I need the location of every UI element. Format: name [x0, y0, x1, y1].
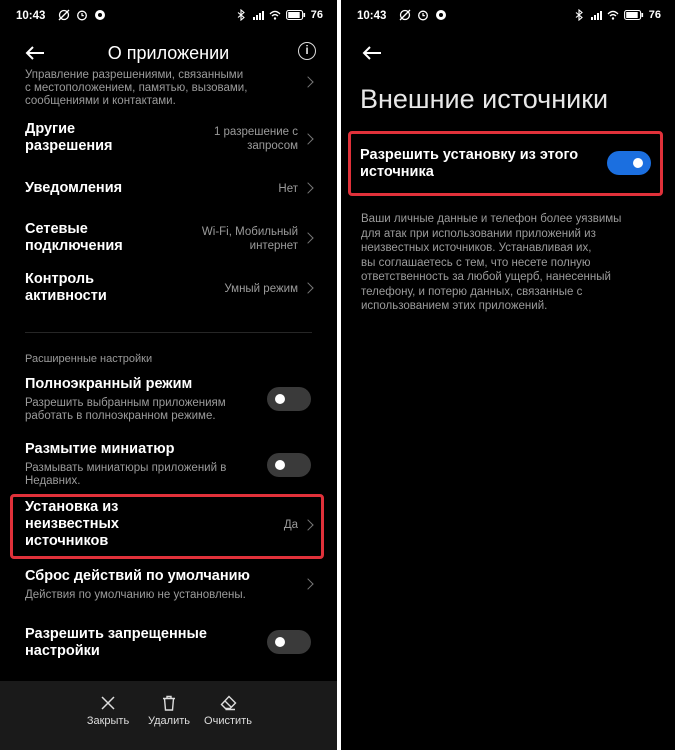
- item-label: Уведомления: [25, 180, 123, 196]
- activity-control-item[interactable]: Контроль активности Умный режим: [25, 271, 314, 311]
- item-value: Нет: [278, 183, 298, 195]
- permissions-item[interactable]: Управление разрешениями, связанными с ме…: [25, 69, 314, 108]
- delete-button[interactable]: Удалить: [139, 695, 199, 727]
- status-bar: 10:43 76: [355, 6, 661, 26]
- network-item[interactable]: Сетевые подключения Wi-Fi, Мобильный инт…: [25, 221, 314, 261]
- divider: [25, 332, 312, 333]
- app-notification-icon: [95, 10, 105, 20]
- dnd-off-icon: [399, 9, 411, 21]
- highlight-box: [10, 494, 324, 559]
- close-icon: [101, 696, 115, 710]
- wifi-icon: [269, 10, 281, 20]
- close-button[interactable]: Закрыть: [78, 695, 138, 727]
- highlight-box: [348, 131, 663, 196]
- left-screen: 10:43 76 О приложении i Управление разре…: [0, 0, 337, 750]
- warning-description: Ваши личные данные и телефон более уязви…: [361, 213, 622, 312]
- item-label: Размытие миниатюр: [25, 441, 175, 457]
- delete-label: Удалить: [148, 715, 190, 727]
- item-description: Действия по умолчанию не установлены.: [25, 589, 246, 601]
- right-screen: 10:43 76 Внешние источники Разрешить уст…: [341, 0, 675, 750]
- clear-label: Очистить: [204, 715, 252, 727]
- restricted-settings-toggle[interactable]: [267, 630, 311, 654]
- item-value: Умный режим: [224, 283, 298, 295]
- battery-icon: [285, 9, 305, 21]
- item-description: Разрешить выбранным приложениям работать…: [25, 397, 226, 422]
- bluetooth-icon: [237, 9, 245, 21]
- back-arrow-icon[interactable]: [359, 40, 385, 66]
- trash-icon: [163, 695, 175, 711]
- alarm-icon: [418, 10, 428, 21]
- item-value: 1 разрешение с запросом: [213, 126, 298, 152]
- dnd-off-icon: [58, 9, 70, 21]
- bottom-action-bar: Закрыть Удалить Очистить: [0, 681, 337, 750]
- permissions-description: Управление разрешениями, связанными с ме…: [25, 69, 248, 107]
- page-title: Внешние источники: [360, 84, 609, 114]
- signal-4g-icon: [590, 11, 602, 20]
- status-time: 10:43: [357, 10, 387, 22]
- fullscreen-item[interactable]: Полноэкранный режим Разрешить выбранным …: [25, 376, 312, 424]
- info-icon[interactable]: i: [298, 42, 316, 60]
- status-time: 10:43: [16, 10, 46, 22]
- other-permissions-item[interactable]: Другие разрешения 1 разрешение с запросо…: [25, 121, 314, 161]
- battery-icon: [623, 9, 643, 21]
- item-description: Размывать миниатюры приложений в Недавни…: [25, 462, 227, 487]
- app-notification-icon: [436, 10, 446, 20]
- notifications-item[interactable]: Уведомления Нет: [25, 180, 314, 200]
- battery-level: 76: [648, 9, 661, 21]
- signal-4g-icon: [252, 11, 264, 20]
- page-title: О приложении: [107, 43, 230, 63]
- blur-toggle[interactable]: [267, 453, 311, 477]
- blur-thumbnails-item[interactable]: Размытие миниатюр Размывать миниатюры пр…: [25, 441, 312, 489]
- status-bar: 10:43 76: [14, 6, 323, 26]
- close-label: Закрыть: [86, 715, 130, 727]
- bluetooth-icon: [575, 9, 583, 21]
- alarm-icon: [77, 10, 87, 21]
- battery-level: 76: [310, 9, 323, 21]
- section-title: Расширенные настройки: [25, 353, 153, 365]
- item-label: Сброс действий по умолчанию: [25, 568, 250, 584]
- reset-defaults-item[interactable]: Сброс действий по умолчанию Действия по …: [25, 568, 314, 604]
- wifi-icon: [607, 10, 619, 20]
- item-value: Wi-Fi, Мобильный интернет: [201, 226, 298, 252]
- eraser-icon: [220, 695, 236, 711]
- clear-button[interactable]: Очистить: [198, 695, 258, 727]
- fullscreen-toggle[interactable]: [267, 387, 311, 411]
- restricted-settings-item[interactable]: Разрешить запрещенные настройки: [25, 626, 312, 662]
